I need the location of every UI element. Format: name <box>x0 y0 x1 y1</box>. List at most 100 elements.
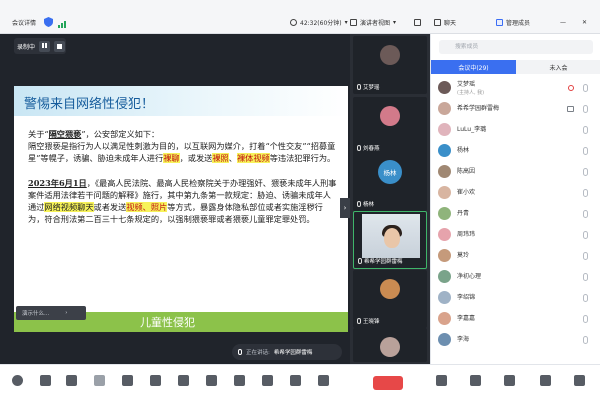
member-name: 李嘉嘉 <box>457 315 476 322</box>
mic-icon[interactable] <box>583 168 588 176</box>
meeting-timer-text: 42:32(60分钟) <box>300 19 342 27</box>
video-tile-name: 希希学园群雷梅 <box>364 258 403 265</box>
list-item[interactable]: 希希学园群雷梅 <box>431 99 600 120</box>
avatar <box>380 279 400 299</box>
fullscreen-button[interactable] <box>414 16 421 28</box>
video-tile[interactable]: 杨林 杨林 <box>353 153 427 211</box>
mute-all-icon[interactable] <box>504 375 515 386</box>
hand-raise-icon[interactable] <box>436 375 447 386</box>
list-item[interactable]: 丹青 <box>431 204 600 225</box>
close-window-button[interactable]: ✕ <box>582 16 587 28</box>
members-icon[interactable] <box>122 375 133 386</box>
video-tile-active-speaker[interactable]: 希希学园群雷梅 <box>353 211 427 269</box>
slide-control-bar[interactable]: 演示什么... › <box>16 306 86 320</box>
invite-icon[interactable] <box>470 375 481 386</box>
avatar <box>438 144 451 157</box>
video-tile-name: 王晓锋 <box>363 318 380 325</box>
mic-icon[interactable] <box>583 126 588 134</box>
end-meeting-button[interactable] <box>373 376 403 390</box>
member-name: 净初心理 <box>457 273 482 280</box>
reactions-icon[interactable] <box>206 375 217 386</box>
mic-icon[interactable] <box>583 210 588 218</box>
member-role: (主持人, 我) <box>457 90 485 96</box>
list-item[interactable]: 李绍锦 <box>431 288 600 309</box>
video-tile[interactable]: 王晓锋 <box>353 270 427 328</box>
avatar <box>380 45 400 65</box>
list-item[interactable]: 莫玲 <box>431 246 600 267</box>
members-panel: 会议中(29) 未入会 艾梦瑶 (主持人, 我) 希希学园群雷梅 LuLu_李璐… <box>430 34 600 364</box>
security-icon[interactable] <box>66 375 77 386</box>
list-item[interactable]: 周玮玮 <box>431 225 600 246</box>
view-switch-button[interactable]: 演讲者视图 ▾ <box>350 16 396 28</box>
stop-recording-button[interactable] <box>54 40 66 52</box>
mic-icon[interactable] <box>583 294 588 302</box>
list-item[interactable]: LuLu_李璐 <box>431 120 600 141</box>
slide-footer-text: 儿童性侵犯 <box>140 316 195 329</box>
pause-icon <box>42 43 47 50</box>
pause-recording-button[interactable] <box>39 40 51 52</box>
member-name: LuLu_李璐 <box>457 126 487 133</box>
member-list: 艾梦瑶 (主持人, 我) 希希学园群雷梅 LuLu_李璐 杨林 陈高因 崔小欢 … <box>431 78 600 351</box>
list-item[interactable]: 陈高因 <box>431 162 600 183</box>
member-name: 希希学园群雷梅 <box>457 105 500 112</box>
more-icon[interactable] <box>318 375 329 386</box>
meeting-timer: 42:32(60分钟) ▾ <box>290 16 348 28</box>
list-item[interactable]: 净初心理 <box>431 267 600 288</box>
apps-icon[interactable] <box>234 375 245 386</box>
mic-icon[interactable] <box>583 147 588 155</box>
member-name: 杨林 <box>457 147 470 154</box>
video-tile[interactable]: 艾梦瑶 <box>353 36 427 94</box>
close-icon: ✕ <box>582 18 588 26</box>
member-search-input[interactable] <box>439 40 593 54</box>
manage-icon[interactable] <box>540 375 551 386</box>
mic-icon[interactable] <box>583 273 588 281</box>
chevron-down-icon: ▾ <box>344 18 348 26</box>
mic-icon[interactable] <box>583 315 588 323</box>
collapse-video-column-button[interactable]: › <box>340 198 350 218</box>
chat-icon[interactable] <box>150 375 161 386</box>
mic-icon[interactable] <box>583 252 588 260</box>
mic-icon[interactable] <box>583 105 588 113</box>
mic-icon[interactable] <box>583 336 588 344</box>
list-item[interactable]: 崔小欢 <box>431 183 600 204</box>
video-tile[interactable] <box>353 328 427 362</box>
list-item[interactable]: 李嘉嘉 <box>431 309 600 330</box>
mic-icon <box>357 144 361 151</box>
mic-icon[interactable] <box>583 231 588 239</box>
network-signal-icon[interactable] <box>58 18 66 28</box>
video-tile[interactable]: 刘春燕 <box>353 97 427 155</box>
record-icon[interactable] <box>178 375 189 386</box>
avatar <box>438 165 451 178</box>
more-options-icon[interactable] <box>574 375 585 386</box>
meeting-details-label: 会议详情 <box>12 19 37 27</box>
recording-label: 录制中 <box>17 43 36 51</box>
view-switch-label: 演讲者视图 <box>360 19 391 27</box>
mic-icon[interactable] <box>583 189 588 197</box>
speaking-name: 希希学园群雷梅 <box>273 350 313 356</box>
member-name: 艾梦瑶 <box>457 81 476 88</box>
chat-icon <box>434 18 441 26</box>
avatar <box>380 106 400 126</box>
minimize-button[interactable]: — <box>560 16 566 28</box>
minimize-icon: — <box>560 18 566 26</box>
security-shield-icon[interactable] <box>44 16 53 28</box>
member-tabs: 会议中(29) 未入会 <box>431 60 600 74</box>
meeting-details-button[interactable]: 会议详情 <box>12 16 36 28</box>
share-screen-icon[interactable] <box>94 375 105 386</box>
chevron-down-icon: ▾ <box>393 18 397 26</box>
mute-mic-icon[interactable] <box>12 375 23 386</box>
camera-icon[interactable] <box>40 375 51 386</box>
manage-members-button[interactable]: 管理成员 <box>496 16 530 28</box>
list-item[interactable]: 艾梦瑶 (主持人, 我) <box>431 78 600 99</box>
list-item[interactable]: 杨林 <box>431 141 600 162</box>
list-item[interactable]: 李海 <box>431 330 600 351</box>
chat-button[interactable]: 聊天 <box>434 16 456 28</box>
avatar <box>438 228 451 241</box>
mic-icon[interactable] <box>583 84 588 92</box>
settings-icon[interactable] <box>290 375 301 386</box>
whiteboard-icon[interactable] <box>262 375 273 386</box>
tab-not-joined[interactable]: 未入会 <box>516 60 600 74</box>
tab-in-meeting[interactable]: 会议中(29) <box>431 60 516 74</box>
slide-paragraph-definition: 关于“隔空猥亵”，公安部定义如下： 隔空猥亵是指行为人以满足性刺激为目的，以互联网… <box>28 129 336 163</box>
avatar-initials: 杨林 <box>378 160 402 184</box>
